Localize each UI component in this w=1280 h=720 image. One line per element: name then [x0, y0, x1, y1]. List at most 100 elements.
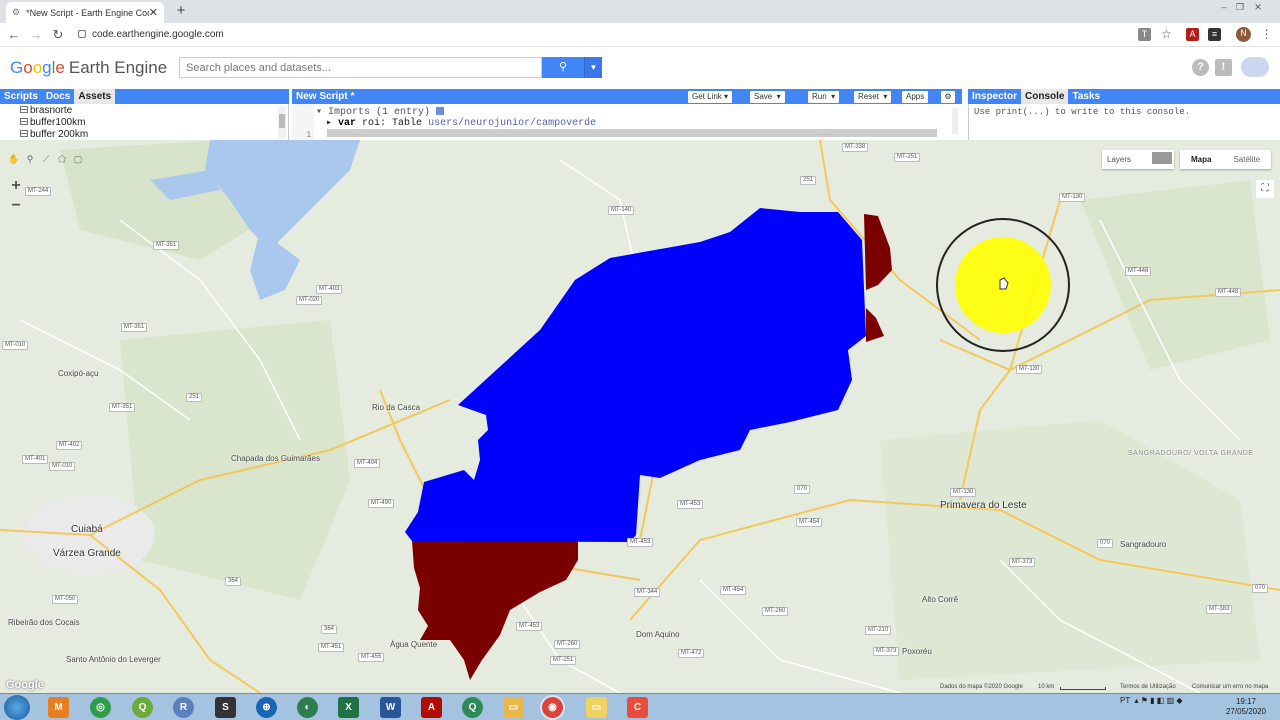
- language-indicator[interactable]: PT: [1120, 696, 1130, 705]
- place-label: Poxoréu: [902, 647, 932, 656]
- star-icon[interactable]: ☆: [1160, 28, 1173, 41]
- asset-item[interactable]: buffer 200km: [20, 129, 88, 140]
- assets-panel: brasnorte buffer100km buffer 200km: [0, 104, 289, 140]
- app-icon[interactable]: C: [627, 697, 648, 718]
- imports-toggle-icon[interactable]: [436, 107, 445, 115]
- place-label: Primavera do Leste: [940, 500, 1027, 511]
- close-tab-icon[interactable]: ✕: [149, 6, 158, 19]
- zoom-out-button[interactable]: −: [6, 196, 26, 216]
- chrome-icon[interactable]: ◉: [542, 697, 563, 718]
- road-label: MT-453: [627, 538, 654, 547]
- layers-button[interactable]: Layers: [1102, 150, 1174, 169]
- acrobat-extension-icon[interactable]: A: [1186, 28, 1199, 41]
- tab-console[interactable]: Console: [1021, 89, 1069, 104]
- map-canvas[interactable]: [0, 140, 1280, 693]
- road-label: MT-455: [358, 653, 385, 662]
- get-link-button[interactable]: Get Link ▾: [688, 91, 733, 103]
- new-tab-button[interactable]: +: [172, 2, 190, 20]
- line-tool-icon[interactable]: ⟋: [40, 153, 52, 165]
- feedback-icon[interactable]: !: [1215, 59, 1232, 76]
- close-window-icon[interactable]: ✕: [1251, 1, 1265, 13]
- account-avatar[interactable]: [1241, 57, 1269, 77]
- script-title: New Script *: [296, 91, 355, 102]
- qgis-icon[interactable]: Q: [132, 697, 153, 718]
- apps-button[interactable]: Apps: [902, 91, 929, 103]
- map-type-map[interactable]: Mapa: [1180, 150, 1222, 169]
- word-icon[interactable]: W: [380, 697, 401, 718]
- search-app-icon[interactable]: Q: [462, 697, 483, 718]
- code-editor[interactable]: ▾ Imports (1 entry) ▸ var roi: Table use…: [292, 104, 962, 140]
- polygon-tool-icon[interactable]: ⬠: [56, 153, 68, 165]
- terms-link[interactable]: Termos de Utilização: [1120, 684, 1176, 690]
- editor-toolbar: New Script * Get Link ▾ Save ▾ Run ▾ Res…: [292, 89, 962, 104]
- road-label: MT-490: [368, 499, 395, 508]
- rectangle-tool-icon[interactable]: ▢: [72, 153, 84, 165]
- extension-icon[interactable]: ≡: [1208, 28, 1221, 41]
- logo-product: Earth Engine: [68, 58, 168, 77]
- zoom-in-button[interactable]: +: [6, 176, 26, 196]
- search-button[interactable]: ⚲: [542, 57, 584, 78]
- place-label: Dom Aquino: [636, 630, 680, 639]
- pan-hand-icon[interactable]: ✋: [8, 153, 20, 165]
- globe-icon[interactable]: ◐: [297, 697, 318, 718]
- region-label: SANGRADOURO/ VOLTA GRANDE: [1128, 450, 1254, 457]
- matlab-icon[interactable]: M: [48, 697, 69, 718]
- help-icon[interactable]: ?: [1192, 59, 1209, 76]
- report-error-link[interactable]: Comunicar um erro no mapa: [1192, 684, 1268, 690]
- restore-window-icon[interactable]: ❐: [1233, 1, 1247, 13]
- atom-icon[interactable]: ◎: [90, 697, 111, 718]
- excel-icon[interactable]: X: [338, 697, 359, 718]
- forward-icon[interactable]: →: [28, 27, 44, 43]
- earth-engine-logo[interactable]: Google Earth Engine: [10, 58, 167, 78]
- save-button[interactable]: Save ▾: [750, 91, 785, 103]
- tab-tasks[interactable]: Tasks: [1068, 89, 1104, 104]
- editor-scrollbar[interactable]: [952, 108, 958, 134]
- profile-avatar[interactable]: N: [1236, 27, 1251, 42]
- tab-scripts[interactable]: Scripts: [0, 89, 42, 104]
- address-bar[interactable]: code.earthengine.google.com: [78, 26, 1118, 44]
- map-type-satellite[interactable]: Satélite: [1222, 150, 1271, 169]
- back-icon[interactable]: ←: [6, 27, 22, 43]
- menu-icon[interactable]: ⋮: [1260, 28, 1273, 41]
- tab-assets[interactable]: Assets: [74, 89, 116, 104]
- road-label: MT-010: [2, 341, 29, 350]
- road-label: MT-344: [634, 588, 661, 597]
- horizontal-scrollbar[interactable]: [327, 129, 937, 137]
- start-button[interactable]: [4, 695, 30, 720]
- tab-inspector[interactable]: Inspector: [968, 89, 1021, 104]
- browser-icon[interactable]: ⊕: [256, 697, 277, 718]
- search-dropdown-button[interactable]: ▼: [584, 57, 602, 78]
- run-button[interactable]: Run ▾: [808, 91, 840, 103]
- clock[interactable]: 19:17 27/05/2020: [1222, 697, 1270, 717]
- gear-favicon-icon: ⚙: [12, 7, 21, 17]
- asset-item[interactable]: buffer100km: [20, 117, 85, 128]
- reset-button[interactable]: Reset ▾: [854, 91, 892, 103]
- minimize-window-icon[interactable]: –: [1217, 1, 1231, 13]
- browser-toolbar: ← → ↻ code.earthengine.google.com T ☆ A …: [0, 23, 1280, 47]
- browser-tab[interactable]: ⚙ *New Script - Earth Engine Code ✕: [6, 2, 164, 23]
- fullscreen-icon[interactable]: ⛶: [1256, 180, 1274, 198]
- acrobat-icon[interactable]: A: [421, 697, 442, 718]
- import-var-line[interactable]: ▸ var roi: Table users/neurojunior/campo…: [326, 117, 596, 129]
- asset-label: buffer 200km: [30, 129, 89, 140]
- search-input[interactable]: [179, 57, 542, 78]
- road-label: MT-453: [516, 622, 543, 631]
- apps-label: Apps: [906, 92, 925, 101]
- snap-icon[interactable]: S: [215, 697, 236, 718]
- r-icon[interactable]: R: [173, 697, 194, 718]
- folder-icon[interactable]: ▭: [586, 697, 607, 718]
- translate-icon[interactable]: T: [1138, 28, 1151, 41]
- app-header: GoogleEarth Engine ⚲ ▼ ? !: [0, 47, 1280, 89]
- road-label: 070: [1097, 539, 1114, 548]
- reload-icon[interactable]: ↻: [50, 27, 66, 43]
- map-view[interactable]: MT-338 MT-251 MT-244 MT-351 MT-140 MT-40…: [0, 140, 1280, 693]
- asset-item[interactable]: brasnorte: [20, 105, 72, 116]
- layer-swatch: [1152, 152, 1172, 164]
- drawing-tools: ✋ ⚲ ⟋ ⬠ ▢: [8, 153, 84, 165]
- tab-docs[interactable]: Docs: [42, 89, 74, 104]
- settings-gear-icon[interactable]: ⚙: [941, 91, 955, 103]
- marker-icon[interactable]: ⚲: [24, 153, 36, 165]
- folder-icon[interactable]: ▭: [503, 697, 524, 718]
- assets-scrollbar[interactable]: [278, 106, 286, 138]
- road-label: MT-403: [316, 285, 343, 294]
